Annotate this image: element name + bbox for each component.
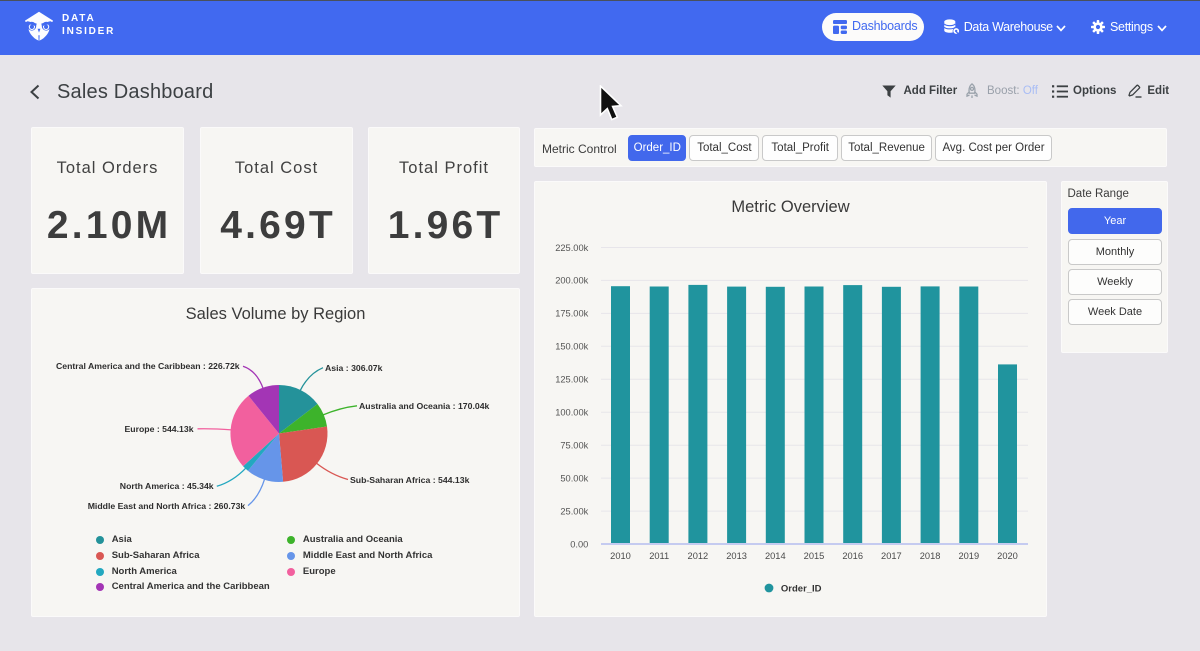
svg-text:175.00k: 175.00k xyxy=(555,309,588,319)
svg-text:200.00k: 200.00k xyxy=(555,276,588,286)
svg-text:2016: 2016 xyxy=(842,551,863,561)
svg-text:2010: 2010 xyxy=(610,551,631,561)
svg-text:2013: 2013 xyxy=(726,551,747,561)
svg-text:2017: 2017 xyxy=(881,551,902,561)
svg-text:2020: 2020 xyxy=(997,551,1018,561)
svg-text:125.00k: 125.00k xyxy=(555,375,588,385)
svg-text:25.00k: 25.00k xyxy=(560,506,588,516)
svg-text:Order_ID: Order_ID xyxy=(781,584,822,595)
svg-text:50.00k: 50.00k xyxy=(560,473,588,483)
svg-text:2018: 2018 xyxy=(920,551,941,561)
svg-text:150.00k: 150.00k xyxy=(555,342,588,352)
svg-text:2019: 2019 xyxy=(958,551,979,561)
svg-text:0.00: 0.00 xyxy=(570,539,588,549)
svg-text:2011: 2011 xyxy=(649,551,669,561)
svg-text:2014: 2014 xyxy=(765,551,786,561)
svg-text:75.00k: 75.00k xyxy=(560,441,588,451)
svg-text:2012: 2012 xyxy=(688,551,709,561)
svg-text:2015: 2015 xyxy=(804,551,825,561)
svg-text:225.00k: 225.00k xyxy=(555,243,588,253)
svg-text:100.00k: 100.00k xyxy=(555,408,588,418)
